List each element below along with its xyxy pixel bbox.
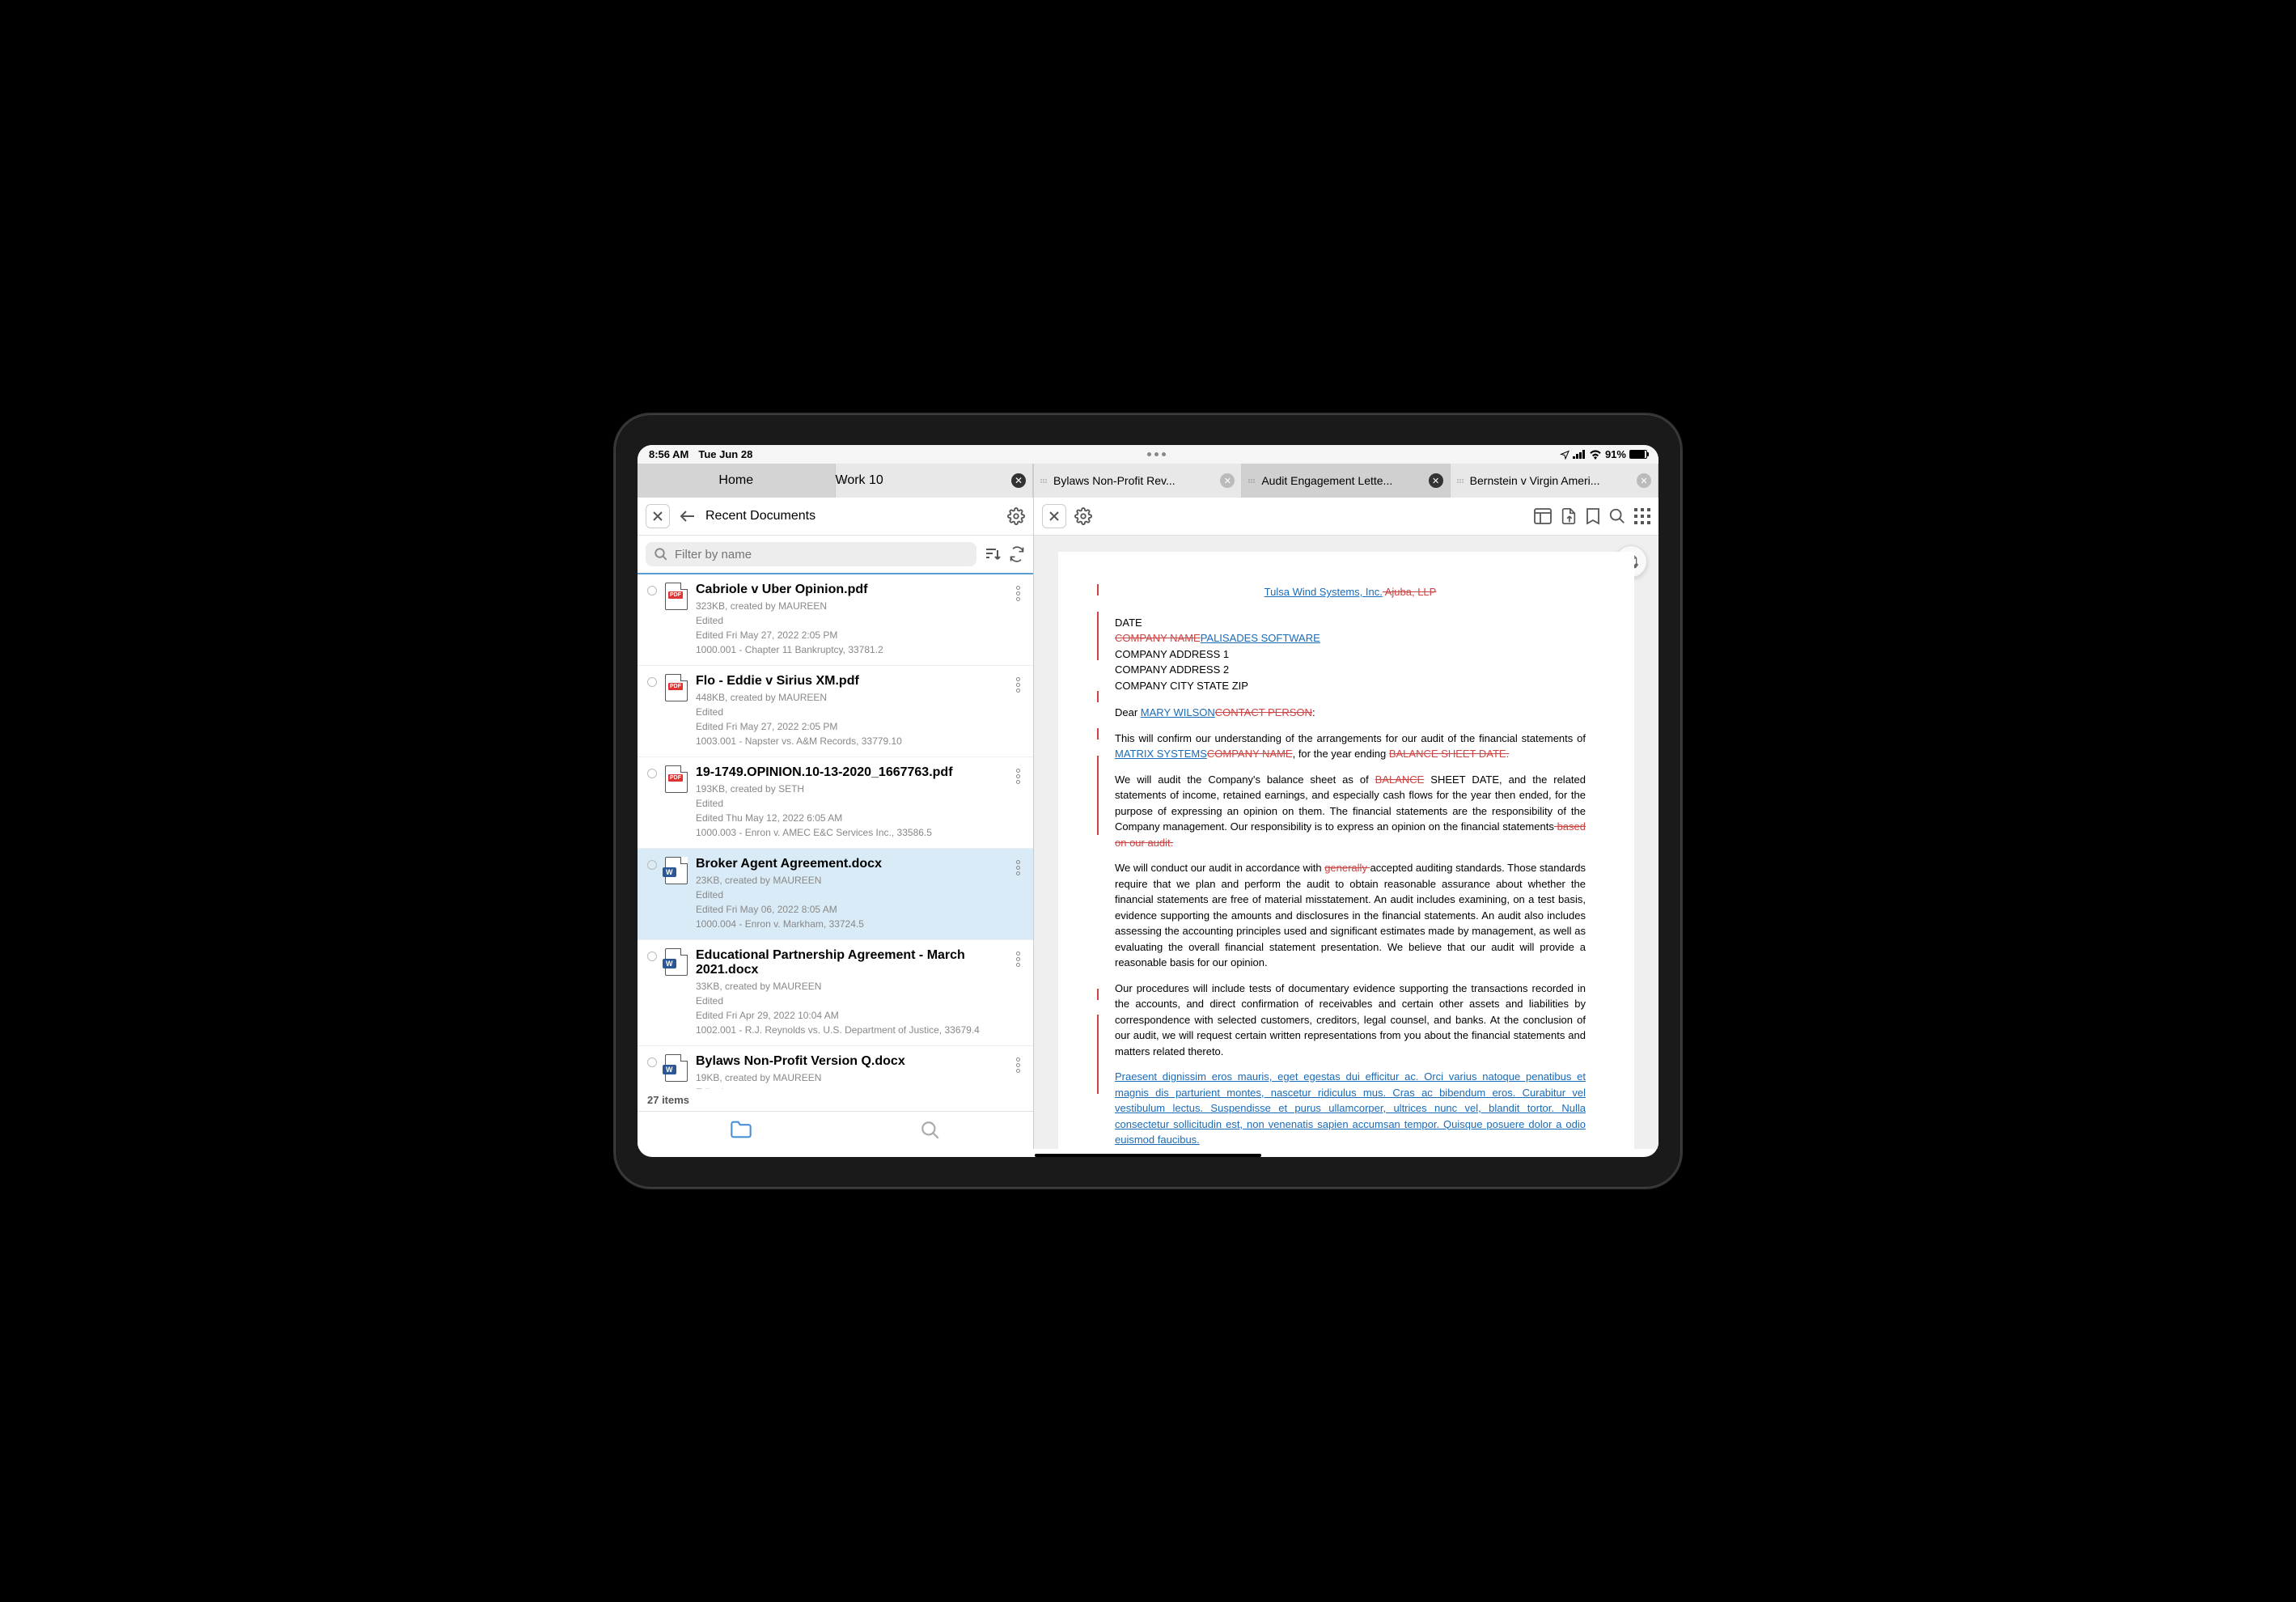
checkin-button[interactable] — [1560, 507, 1578, 525]
document-tab[interactable]: Bylaws Non-Profit Rev... ✕ — [1034, 464, 1242, 498]
document-tabs: Bylaws Non-Profit Rev... ✕ Audit Engagem… — [1034, 464, 1658, 498]
back-button[interactable] — [680, 510, 696, 523]
select-radio[interactable] — [647, 1057, 657, 1067]
document-page: Tulsa Wind Systems, Inc. Ajuba, LLP DATE… — [1058, 552, 1634, 1149]
tab-label: Audit Engagement Lette... — [1261, 474, 1423, 487]
multitask-dots[interactable] — [1147, 452, 1166, 456]
close-tab-button[interactable]: ✕ — [1220, 473, 1235, 488]
select-radio[interactable] — [647, 860, 657, 870]
select-radio[interactable] — [647, 586, 657, 595]
doc-meta: 323KB, created by MAUREENEditedEdited Fr… — [696, 599, 1005, 657]
close-tab-button[interactable]: ✕ — [1637, 473, 1651, 488]
document-viewer[interactable]: Tulsa Wind Systems, Inc. Ajuba, LLP DATE… — [1034, 536, 1658, 1149]
tab-work[interactable]: Work 10 ✕ — [836, 464, 1034, 498]
close-panel-button[interactable] — [646, 504, 670, 528]
location-icon — [1560, 450, 1569, 460]
doc-meta: 448KB, created by MAUREENEditedEdited Fr… — [696, 690, 1005, 748]
status-date: Tue Jun 28 — [698, 448, 752, 460]
document-row[interactable]: Bylaws Non-Profit Version Q.docx 19KB, c… — [638, 1046, 1033, 1089]
battery-pct: 91% — [1605, 448, 1626, 460]
close-tab-button[interactable]: ✕ — [1011, 473, 1026, 488]
document-row[interactable]: Cabriole v Uber Opinion.pdf 323KB, creat… — [638, 574, 1033, 666]
refresh-button[interactable] — [1009, 546, 1025, 562]
wifi-icon — [1589, 450, 1602, 460]
doc-title: 19-1749.OPINION.10-13-2020_1667763.pdf — [696, 765, 1005, 780]
document-list: Cabriole v Uber Opinion.pdf 323KB, creat… — [638, 574, 1033, 1089]
more-button[interactable] — [1013, 674, 1023, 748]
cellular-icon — [1573, 450, 1586, 459]
doc-meta: 33KB, created by MAUREENEditedEdited Fri… — [696, 979, 1005, 1037]
doc-title: Bylaws Non-Profit Version Q.docx — [696, 1054, 1005, 1069]
more-button[interactable] — [1013, 765, 1023, 840]
search-button[interactable] — [920, 1120, 941, 1141]
drag-handle-icon — [1457, 479, 1465, 483]
search-icon — [654, 547, 668, 562]
drag-handle-icon — [1040, 479, 1048, 483]
status-bar: 8:56 AM Tue Jun 28 91% — [638, 445, 1658, 464]
settings-button[interactable] — [1007, 507, 1025, 525]
document-row[interactable]: Flo - Eddie v Sirius XM.pdf 448KB, creat… — [638, 666, 1033, 757]
select-radio[interactable] — [647, 769, 657, 778]
more-button[interactable] — [1013, 583, 1023, 657]
file-docx-icon — [665, 1054, 688, 1082]
file-pdf-icon — [665, 583, 688, 610]
drag-handle-icon — [1248, 479, 1256, 483]
more-button[interactable] — [1013, 1054, 1023, 1089]
status-time: 8:56 AM — [649, 448, 688, 460]
file-docx-icon — [665, 857, 688, 884]
tab-label: Bernstein v Virgin Ameri... — [1470, 474, 1632, 487]
filter-input[interactable] — [675, 548, 968, 562]
file-docx-icon — [665, 948, 688, 976]
item-count: 27 items — [638, 1089, 1033, 1111]
select-radio[interactable] — [647, 677, 657, 687]
app-tabs: Home Work 10 ✕ — [638, 464, 1033, 498]
home-indicator[interactable] — [1035, 1154, 1261, 1157]
close-tab-button[interactable]: ✕ — [1429, 473, 1443, 488]
doc-meta: 193KB, created by SETHEditedEdited Thu M… — [696, 782, 1005, 840]
layout-button[interactable] — [1534, 508, 1552, 524]
sort-button[interactable] — [985, 547, 1001, 562]
doc-meta: 19KB, created by MAUREENEditedEdited Tue… — [696, 1070, 1005, 1089]
doc-settings-button[interactable] — [1074, 507, 1092, 525]
document-row[interactable]: Educational Partnership Agreement - Marc… — [638, 940, 1033, 1046]
find-button[interactable] — [1608, 507, 1626, 525]
more-button[interactable] — [1013, 857, 1023, 931]
select-radio[interactable] — [647, 951, 657, 961]
doc-meta: 23KB, created by MAUREENEditedEdited Fri… — [696, 873, 1005, 931]
document-row[interactable]: Broker Agent Agreement.docx 23KB, create… — [638, 849, 1033, 940]
filter-search-box[interactable] — [646, 542, 976, 566]
doc-title: Flo - Eddie v Sirius XM.pdf — [696, 674, 1005, 689]
bookmark-button[interactable] — [1586, 507, 1600, 525]
document-tab[interactable]: Audit Engagement Lette... ✕ — [1242, 464, 1450, 498]
document-tab[interactable]: Bernstein v Virgin Ameri... ✕ — [1451, 464, 1658, 498]
grid-button[interactable] — [1634, 508, 1650, 524]
document-row[interactable]: 19-1749.OPINION.10-13-2020_1667763.pdf 1… — [638, 757, 1033, 849]
more-button[interactable] — [1013, 948, 1023, 1037]
file-pdf-icon — [665, 674, 688, 701]
doc-title: Broker Agent Agreement.docx — [696, 857, 1005, 871]
tab-label: Bylaws Non-Profit Rev... — [1053, 474, 1215, 487]
doc-title: Cabriole v Uber Opinion.pdf — [696, 583, 1005, 597]
folder-button[interactable] — [730, 1120, 752, 1141]
drag-handle-icon — [841, 479, 849, 483]
doc-title: Educational Partnership Agreement - Marc… — [696, 948, 1005, 977]
file-pdf-icon — [665, 765, 688, 793]
close-doc-button[interactable] — [1042, 504, 1066, 528]
battery-icon — [1629, 450, 1647, 459]
tab-home[interactable]: Home — [638, 464, 836, 498]
page-title: Recent Documents — [705, 509, 998, 523]
